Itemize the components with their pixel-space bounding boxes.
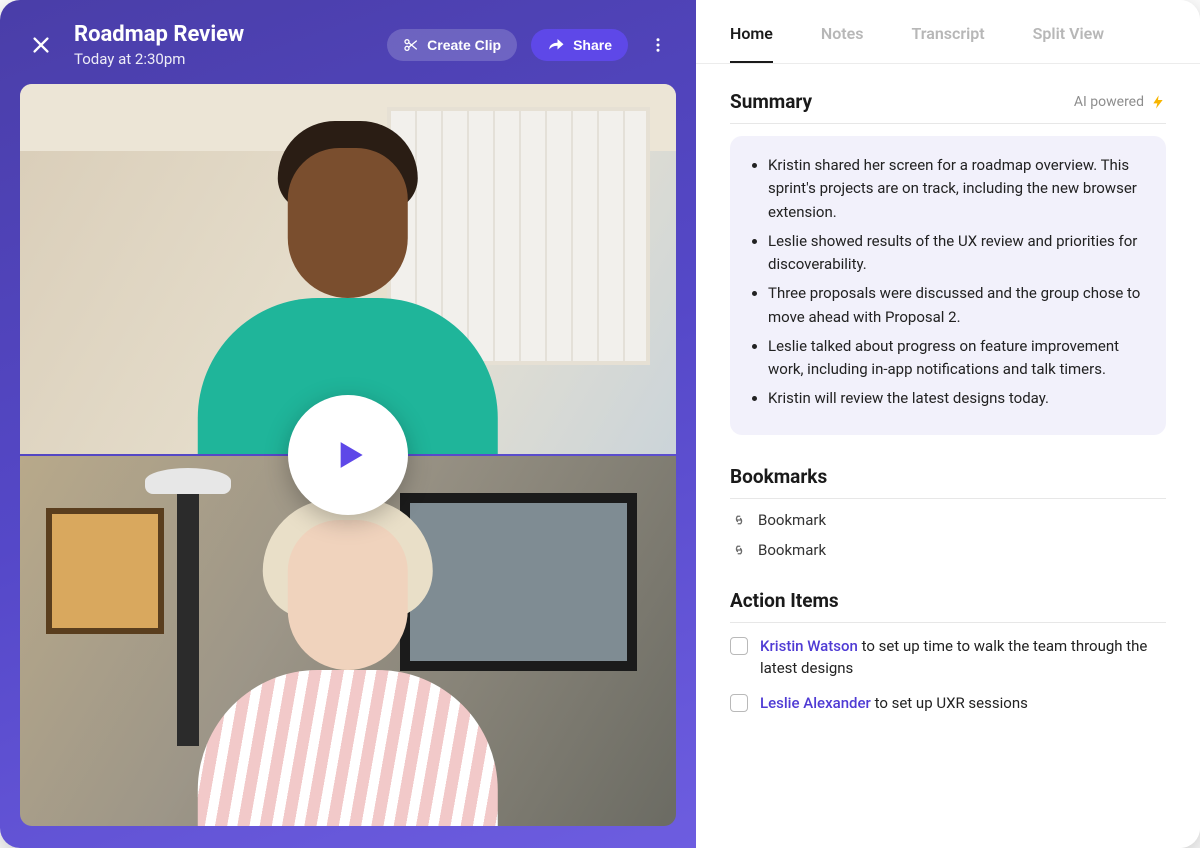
lightning-icon — [1150, 92, 1166, 112]
summary-box: Kristin shared her screen for a roadmap … — [730, 136, 1166, 435]
tabs: Home Notes Transcript Split View — [696, 0, 1200, 64]
action-item: Leslie Alexander to set up UXR sessions — [730, 692, 1166, 715]
bookmark-label: Bookmark — [758, 541, 826, 559]
bookmark-item[interactable]: Bookmark — [730, 541, 1166, 559]
create-clip-button[interactable]: Create Clip — [387, 29, 517, 61]
meeting-time: Today at 2:30pm — [74, 50, 373, 68]
bookmarks-header: Bookmarks — [730, 465, 1166, 499]
title-block: Roadmap Review Today at 2:30pm — [74, 22, 373, 68]
app-window: Roadmap Review Today at 2:30pm Create Cl… — [0, 0, 1200, 848]
summary-list: Kristin shared her screen for a roadmap … — [740, 154, 1146, 411]
bookmark-item[interactable]: Bookmark — [730, 511, 1166, 529]
more-vertical-icon — [649, 36, 667, 54]
tab-home[interactable]: Home — [730, 24, 773, 63]
play-icon — [326, 433, 370, 477]
summary-bullet: Kristin will review the latest designs t… — [768, 387, 1146, 410]
share-button[interactable]: Share — [531, 29, 628, 61]
more-options-button[interactable] — [642, 29, 674, 61]
action-text: Kristin Watson to set up time to walk th… — [760, 635, 1166, 680]
close-button[interactable] — [22, 26, 60, 64]
link-icon — [730, 511, 748, 529]
video-header: Roadmap Review Today at 2:30pm Create Cl… — [20, 18, 676, 84]
action-assignee[interactable]: Leslie Alexander — [760, 694, 871, 712]
summary-bullet: Three proposals were discussed and the g… — [768, 282, 1146, 329]
details-panel: Home Notes Transcript Split View Summary… — [696, 0, 1200, 848]
action-body: to set up UXR sessions — [871, 694, 1028, 712]
meeting-title: Roadmap Review — [74, 22, 373, 48]
tab-split-view[interactable]: Split View — [1033, 24, 1104, 63]
action-checkbox[interactable] — [730, 694, 748, 712]
action-item: Kristin Watson to set up time to walk th… — [730, 635, 1166, 680]
bookmark-label: Bookmark — [758, 511, 826, 529]
scissors-icon — [403, 37, 419, 53]
action-items-list: Kristin Watson to set up time to walk th… — [730, 635, 1166, 715]
action-checkbox[interactable] — [730, 637, 748, 655]
tab-notes[interactable]: Notes — [821, 24, 864, 63]
tab-transcript[interactable]: Transcript — [911, 24, 984, 63]
summary-bullet: Leslie talked about progress on feature … — [768, 335, 1146, 382]
action-assignee[interactable]: Kristin Watson — [760, 637, 858, 655]
share-label: Share — [573, 37, 612, 53]
link-icon — [730, 541, 748, 559]
summary-bullet: Leslie showed results of the UX review a… — [768, 230, 1146, 277]
action-text: Leslie Alexander to set up UXR sessions — [760, 692, 1028, 715]
action-items-title: Action Items — [730, 589, 839, 612]
bookmarks-title: Bookmarks — [730, 465, 827, 488]
panel-body: Summary AI powered Kristin shared her sc… — [696, 64, 1200, 848]
action-items-header: Action Items — [730, 589, 1166, 623]
summary-title: Summary — [730, 90, 812, 113]
play-button[interactable] — [288, 395, 408, 515]
summary-bullet: Kristin shared her screen for a roadmap … — [768, 154, 1146, 224]
share-arrow-icon — [547, 37, 565, 53]
ai-powered-tag: AI powered — [1074, 92, 1166, 112]
video-area — [20, 84, 676, 826]
ai-powered-label: AI powered — [1074, 94, 1144, 110]
close-icon — [30, 34, 52, 56]
create-clip-label: Create Clip — [427, 37, 501, 53]
bookmarks-list: Bookmark Bookmark — [730, 511, 1166, 559]
video-panel: Roadmap Review Today at 2:30pm Create Cl… — [0, 0, 696, 848]
summary-header: Summary AI powered — [730, 90, 1166, 124]
